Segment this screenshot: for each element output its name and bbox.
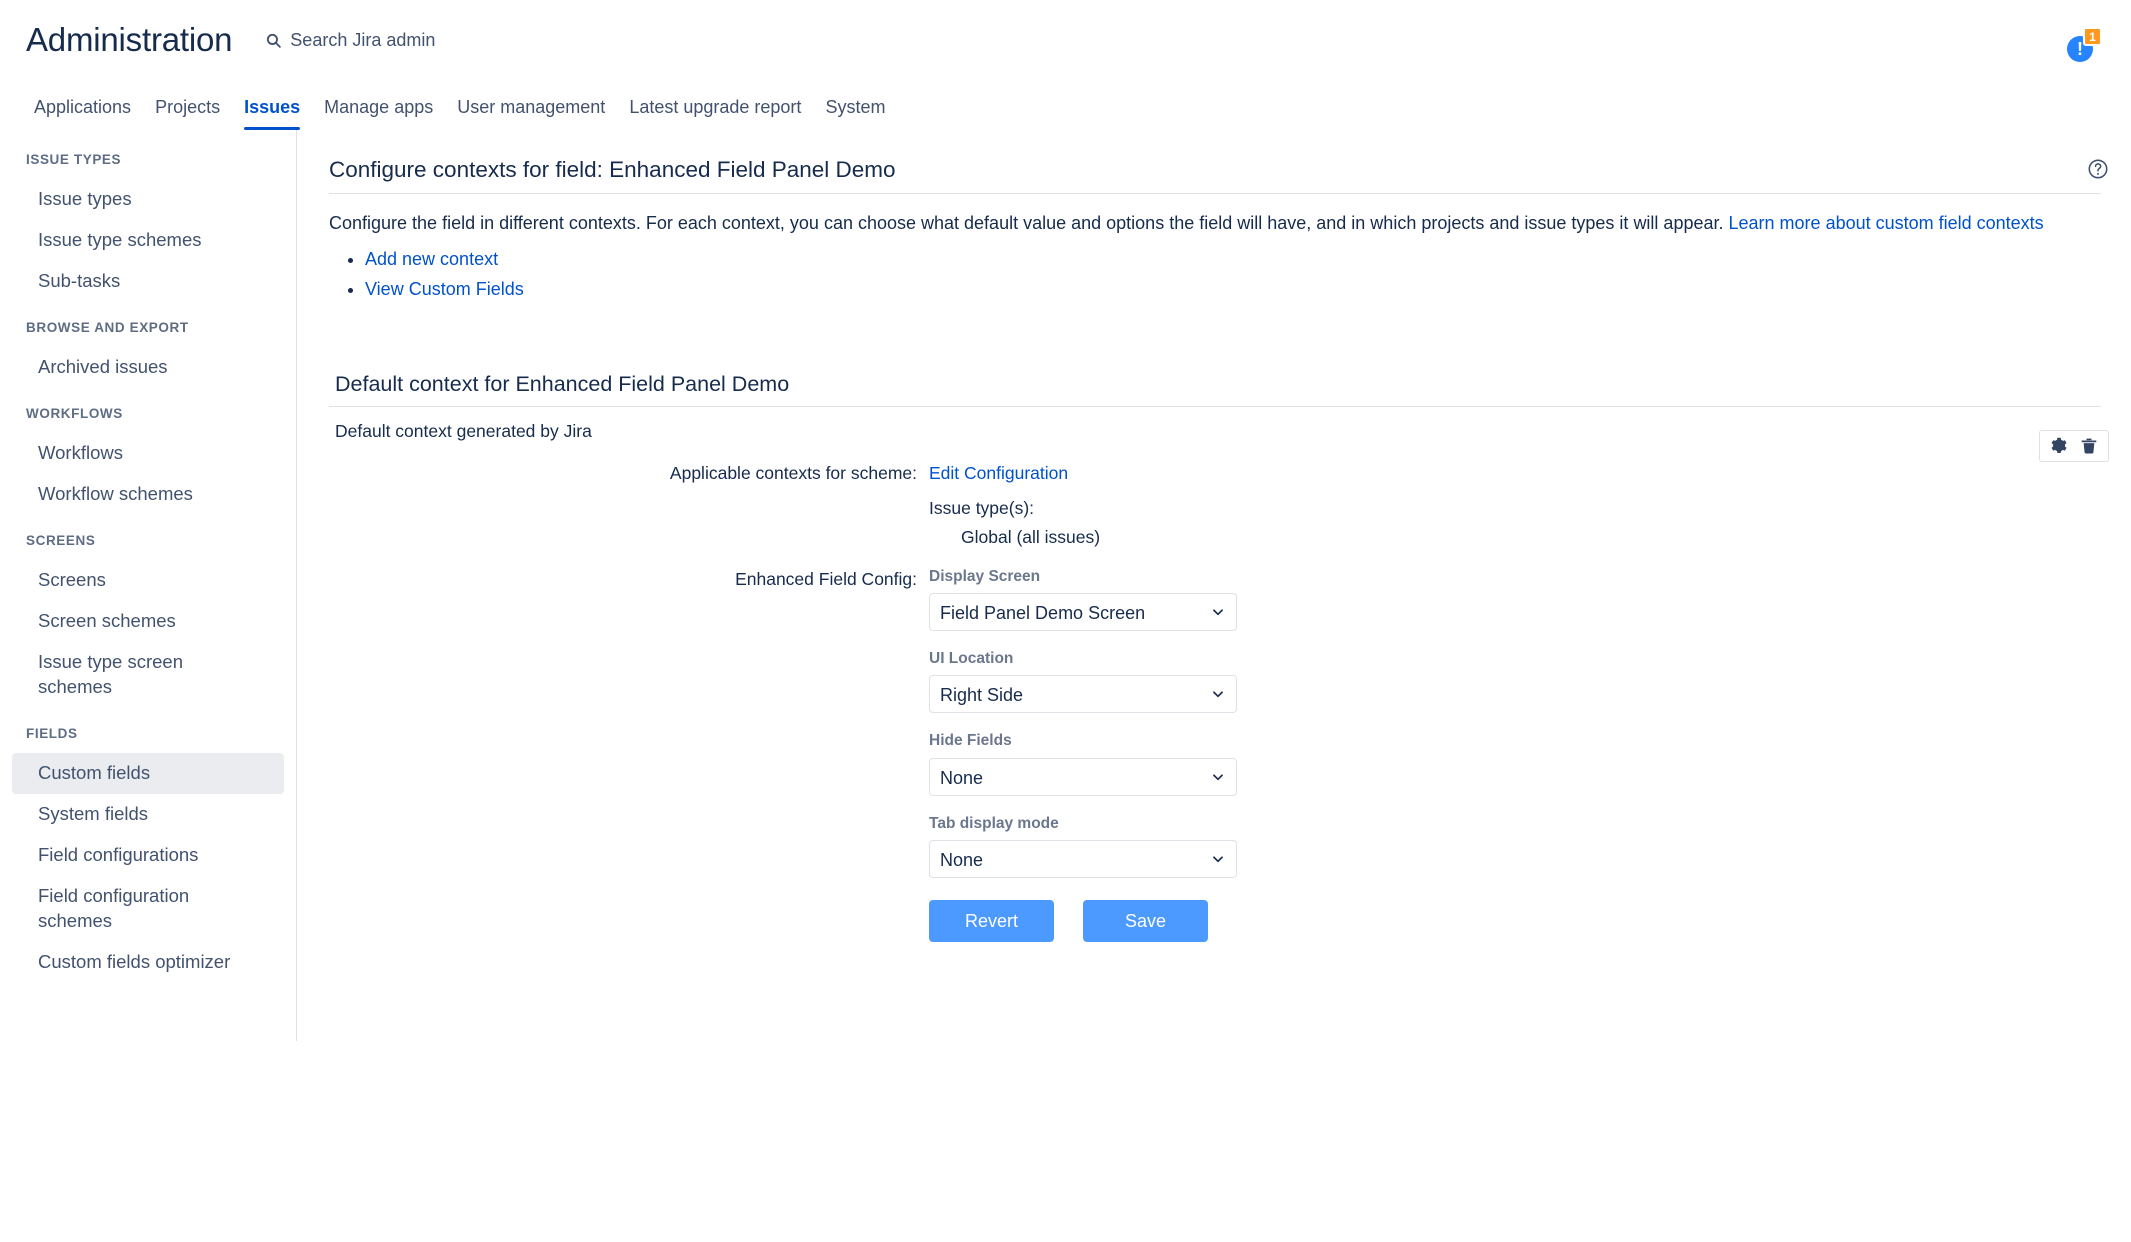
ui-location-select[interactable]: Right Side	[929, 675, 1237, 713]
enhanced-field-config-fields: Display Screen Field Panel Demo Screen U…	[929, 567, 1237, 942]
issue-types-row: Issue type(s):	[329, 495, 2101, 521]
sidebar-item-issue-type-screen-schemes[interactable]: Issue type screen schemes	[12, 642, 284, 708]
sidebar-item-custom-fields-optimizer[interactable]: Custom fields optimizer	[12, 942, 284, 983]
display-screen-label: Display Screen	[929, 567, 1237, 587]
admin-topbar: Administration Search Jira admin ! 1	[0, 0, 2131, 78]
notification-badge-count: 1	[2083, 27, 2102, 46]
hide-fields-label: Hide Fields	[929, 731, 1237, 751]
sidebar-item-system-fields[interactable]: System fields	[12, 794, 284, 835]
sidebar-item-screen-schemes[interactable]: Screen schemes	[12, 601, 284, 642]
notification-alert-button[interactable]: ! 1	[2067, 36, 2093, 62]
issue-types-value: Global (all issues)	[961, 525, 1100, 550]
edit-configuration-link[interactable]: Edit Configuration	[929, 463, 1068, 483]
admin-nav-tabs: Applications Projects Issues Manage apps…	[0, 78, 2131, 130]
page-description: Configure the field in different context…	[329, 210, 2101, 236]
default-context-heading: Default context for Enhanced Field Panel…	[329, 372, 2101, 407]
field-group-hide-fields: Hide Fields None	[929, 731, 1237, 795]
sidebar-group-fields: FIELDS Custom fields System fields Field…	[0, 726, 296, 983]
page-title: Configure contexts for field: Enhanced F…	[329, 156, 2101, 183]
sidebar-item-archived-issues[interactable]: Archived issues	[12, 347, 284, 388]
enhanced-field-config-row: Enhanced Field Config: Display Screen Fi…	[329, 567, 2101, 942]
ui-location-label: UI Location	[929, 649, 1237, 669]
field-group-ui-location: UI Location Right Side	[929, 649, 1237, 713]
sidebar-item-sub-tasks[interactable]: Sub-tasks	[12, 261, 284, 302]
tab-user-management[interactable]: User management	[445, 98, 617, 130]
sidebar-group-screens: SCREENS Screens Screen schemes Issue typ…	[0, 533, 296, 708]
issue-types-value-spacer	[329, 525, 929, 526]
sidebar-item-custom-fields[interactable]: Custom fields	[12, 753, 284, 794]
save-button[interactable]: Save	[1083, 900, 1208, 942]
page-description-text: Configure the field in different context…	[329, 213, 1724, 233]
question-mark-help-icon[interactable]	[2087, 158, 2109, 180]
tab-display-mode-select[interactable]: None	[929, 840, 1237, 878]
page-heading-section: Configure contexts for field: Enhanced F…	[329, 156, 2101, 194]
sidebar-item-field-configuration-schemes[interactable]: Field configuration schemes	[12, 876, 284, 942]
enhanced-field-config-label: Enhanced Field Config:	[329, 567, 929, 590]
applicable-contexts-label: Applicable contexts for scheme:	[329, 460, 929, 486]
field-group-tab-display-mode: Tab display mode None	[929, 814, 1237, 878]
applicable-contexts-row: Applicable contexts for scheme: Edit Con…	[329, 460, 2101, 486]
sidebar-group-workflows: WORKFLOWS Workflows Workflow schemes	[0, 406, 296, 515]
tab-projects[interactable]: Projects	[143, 98, 232, 130]
list-item: View Custom Fields	[365, 276, 2101, 304]
sidebar-item-issue-type-schemes[interactable]: Issue type schemes	[12, 220, 284, 261]
context-toolbar	[2039, 430, 2109, 462]
context-action-list: Add new context View Custom Fields	[329, 246, 2101, 304]
display-screen-select[interactable]: Field Panel Demo Screen	[929, 593, 1237, 631]
tab-display-mode-label: Tab display mode	[929, 814, 1237, 834]
tab-display-mode-select-wrap: None	[929, 840, 1237, 878]
issue-types-spacer	[329, 495, 929, 496]
hide-fields-select[interactable]: None	[929, 758, 1237, 796]
main-content: Configure contexts for field: Enhanced F…	[297, 130, 2131, 982]
admin-search-button[interactable]: Search Jira admin	[265, 27, 435, 51]
topbar-right-actions: ! 1	[2057, 30, 2109, 64]
revert-button[interactable]: Revert	[929, 900, 1054, 942]
default-context-block: Default context for Enhanced Field Panel…	[329, 372, 2101, 942]
sidebar-item-screens[interactable]: Screens	[12, 560, 284, 601]
issue-types-value-row: Global (all issues)	[329, 525, 2101, 550]
form-buttons: Revert Save	[929, 900, 1237, 942]
sidebar-group-issue-types: ISSUE TYPES Issue types Issue type schem…	[0, 152, 296, 302]
sidebar-heading-browse-and-export: BROWSE AND EXPORT	[0, 320, 296, 335]
sidebar-heading-fields: FIELDS	[0, 726, 296, 741]
admin-sidebar: ISSUE TYPES Issue types Issue type schem…	[0, 130, 297, 1041]
context-description: Default context generated by Jira	[329, 421, 2101, 442]
sidebar-group-browse-and-export: BROWSE AND EXPORT Archived issues	[0, 320, 296, 388]
sidebar-item-field-configurations[interactable]: Field configurations	[12, 835, 284, 876]
tab-applications[interactable]: Applications	[22, 98, 143, 130]
tab-manage-apps[interactable]: Manage apps	[312, 98, 445, 130]
sidebar-item-issue-types[interactable]: Issue types	[12, 179, 284, 220]
view-custom-fields-link[interactable]: View Custom Fields	[365, 279, 524, 299]
learn-more-link[interactable]: Learn more about custom field contexts	[1729, 213, 2044, 233]
sidebar-heading-screens: SCREENS	[0, 533, 296, 548]
sidebar-heading-issue-types: ISSUE TYPES	[0, 152, 296, 167]
tab-latest-upgrade-report[interactable]: Latest upgrade report	[617, 98, 813, 130]
context-title: Default context for Enhanced Field Panel…	[335, 372, 2101, 398]
search-icon	[265, 32, 282, 49]
admin-search-label: Search Jira admin	[290, 30, 435, 51]
list-item: Add new context	[365, 246, 2101, 274]
tab-system[interactable]: System	[813, 98, 897, 130]
issue-types-label: Issue type(s):	[929, 495, 1034, 521]
page-title-administration: Administration	[26, 23, 232, 56]
field-group-display-screen: Display Screen Field Panel Demo Screen	[929, 567, 1237, 631]
sidebar-heading-workflows: WORKFLOWS	[0, 406, 296, 421]
display-screen-select-wrap: Field Panel Demo Screen	[929, 593, 1237, 631]
sidebar-item-workflows[interactable]: Workflows	[12, 433, 284, 474]
sidebar-item-workflow-schemes[interactable]: Workflow schemes	[12, 474, 284, 515]
add-new-context-link[interactable]: Add new context	[365, 249, 498, 269]
tab-issues[interactable]: Issues	[232, 98, 312, 130]
hide-fields-select-wrap: None	[929, 758, 1237, 796]
ui-location-select-wrap: Right Side	[929, 675, 1237, 713]
page-layout: ISSUE TYPES Issue types Issue type schem…	[0, 130, 2131, 1041]
gear-icon[interactable]	[2049, 436, 2069, 456]
edit-configuration-value: Edit Configuration	[929, 460, 1068, 486]
trash-icon[interactable]	[2079, 436, 2099, 456]
